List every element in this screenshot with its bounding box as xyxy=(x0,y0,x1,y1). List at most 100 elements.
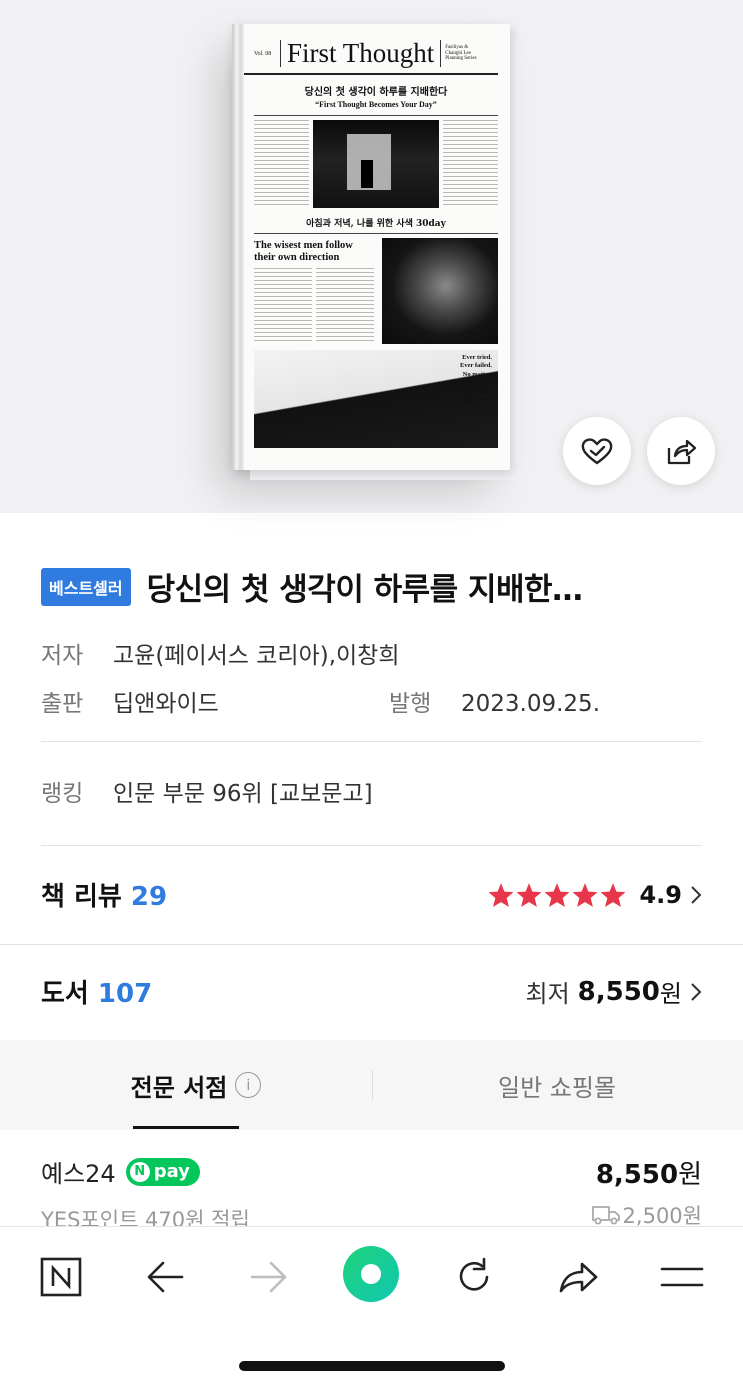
books-summary: 도서 107 xyxy=(41,973,152,1010)
tab-label: 전문 서점 xyxy=(130,1073,228,1102)
review-count: 29 xyxy=(130,882,168,912)
review-label: 책 리뷰 xyxy=(41,882,122,912)
share-arrow-icon xyxy=(559,1262,598,1293)
cover-quote: Ever tried. Ever failed. No matter. Try … xyxy=(460,354,492,405)
cover-text-block xyxy=(443,120,498,208)
tab-separator xyxy=(372,1070,373,1100)
currency-unit: 원 xyxy=(659,980,682,1008)
lowest-price-value: 8,550 xyxy=(577,976,660,1007)
rating-stars xyxy=(487,882,627,908)
cover-quote-line: No matter. xyxy=(462,370,492,378)
info-icon[interactable]: i xyxy=(235,1072,262,1098)
truck-icon xyxy=(591,1206,620,1225)
publisher-row: 출판 딥앤와이드 발행 2023.09.25. xyxy=(41,684,600,718)
cover-quote-line: Fail better. xyxy=(461,396,492,404)
share-button[interactable] xyxy=(647,417,715,485)
back-button[interactable] xyxy=(137,1249,193,1305)
cover-row-1 xyxy=(254,120,498,208)
menu-button[interactable] xyxy=(654,1249,710,1305)
review-summary: 책 리뷰 29 xyxy=(41,876,167,913)
cover-portrait-photo xyxy=(381,238,498,344)
product-hero: Vol. 08 First Thought Fasiliyas & Changh… xyxy=(0,0,743,513)
share-icon xyxy=(667,439,697,465)
cover-title: First Thought xyxy=(280,40,442,67)
author-row: 저자 고윤(페이서스 코리아),이창희 xyxy=(41,636,400,670)
publisher-value[interactable]: 딥앤와이드 xyxy=(113,684,389,718)
lowest-price: 최저 8,550 원 xyxy=(525,974,702,1009)
cover-vol: Vol. 08 xyxy=(254,50,272,57)
cover-text-block xyxy=(254,268,312,344)
bestseller-badge: 베스트셀러 xyxy=(41,567,131,606)
browser-bottom-bar xyxy=(0,1226,743,1385)
cover-hill-photo: Ever tried. Ever failed. No matter. Try … xyxy=(254,350,498,448)
author-label: 저자 xyxy=(41,643,84,669)
npay-n-icon: N xyxy=(129,1161,150,1182)
naver-home-button[interactable] xyxy=(33,1249,89,1305)
ranking-row: 랭킹 인문 부문 96위 [교보문고] xyxy=(41,774,373,808)
review-rating: 4.9 xyxy=(487,881,702,909)
divider xyxy=(41,741,702,742)
currency-unit: 원 xyxy=(678,1160,702,1190)
tab-specialty-stores[interactable]: 전문 서점 i xyxy=(96,1040,296,1130)
books-label: 도서 xyxy=(41,979,89,1009)
forward-button[interactable] xyxy=(241,1249,297,1305)
cover-text-block xyxy=(315,268,374,344)
chevron-right-icon xyxy=(691,982,702,1001)
refresh-button[interactable] xyxy=(446,1249,502,1305)
cover-quote-line: Ever failed. xyxy=(459,362,492,370)
divider xyxy=(0,944,743,945)
book-cover-image[interactable]: Vol. 08 First Thought Fasiliyas & Changh… xyxy=(232,24,510,470)
cover-text-block xyxy=(254,120,309,208)
active-tab-indicator xyxy=(133,1126,239,1129)
published-label: 발행 xyxy=(389,691,432,717)
green-dot-button[interactable] xyxy=(338,1241,404,1307)
star-icon xyxy=(573,882,598,907)
star-icon xyxy=(601,882,626,907)
npay-badge: Npay xyxy=(125,1157,200,1186)
forward-arrow-icon xyxy=(250,1261,287,1293)
tab-general-malls[interactable]: 일반 쇼핑몰 xyxy=(457,1040,657,1130)
star-icon xyxy=(545,882,570,907)
home-indicator xyxy=(239,1361,505,1371)
books-row[interactable]: 도서 107 최저 8,550 원 xyxy=(41,973,702,1010)
publisher-label: 출판 xyxy=(41,691,84,717)
cover-photo-window xyxy=(313,120,439,208)
share-page-button[interactable] xyxy=(550,1249,606,1305)
shop-name: 예스24 xyxy=(41,1160,116,1188)
wishlist-button[interactable] xyxy=(563,417,631,485)
chevron-right-icon xyxy=(691,885,702,904)
cover-mid-heading: 아침과 저녁, 나를 위한 사색 30day xyxy=(254,216,498,234)
books-count: 107 xyxy=(97,979,153,1009)
cover-masthead: Vol. 08 First Thought Fasiliyas & Changh… xyxy=(244,36,498,75)
cover-subtitle-en: “First Thought Becomes Your Day” xyxy=(315,100,437,109)
book-spine xyxy=(232,24,244,470)
green-dot-icon xyxy=(343,1246,399,1302)
ranking-label: 랭킹 xyxy=(41,781,84,807)
author-value[interactable]: 고윤(페이서스 코리아),이창희 xyxy=(113,643,400,669)
divider xyxy=(41,845,702,846)
ranking-value: 인문 부문 96위 [교보문고] xyxy=(113,781,373,807)
heart-check-icon xyxy=(581,438,613,465)
refresh-icon xyxy=(459,1257,489,1291)
tab-label: 일반 쇼핑몰 xyxy=(497,1073,617,1102)
back-arrow-icon xyxy=(147,1261,184,1293)
shop-price-value: 8,550 xyxy=(595,1160,679,1190)
star-icon xyxy=(517,882,542,907)
cover-subtitle-kr: 당신의 첫 생각이 하루를 지배한다 xyxy=(304,87,448,98)
review-row[interactable]: 책 리뷰 29 4.9 xyxy=(41,876,702,913)
cover-row-2: The wisest men follow their own directio… xyxy=(254,238,498,344)
book-title: 당신의 첫 생각이 하루를 지배한… xyxy=(146,572,583,608)
naver-home-icon xyxy=(40,1257,82,1297)
cover-quote-line: Ever tried. xyxy=(462,354,492,361)
cover-quote-line: Try Again. xyxy=(462,379,493,387)
menu-icon xyxy=(660,1267,704,1287)
lowest-label: 최저 xyxy=(525,980,570,1008)
cover-headline: The wisest men follow their own directio… xyxy=(254,240,353,264)
rating-value: 4.9 xyxy=(639,880,682,909)
published-date: 2023.09.25. xyxy=(461,691,600,717)
cover-rule xyxy=(254,115,498,116)
shop-list-item[interactable]: 예스24 Npay 8,550원 YES포인트 470원 적립 2,500원 xyxy=(41,1154,702,1232)
title-row: 베스트셀러 당신의 첫 생각이 하루를 지배한… xyxy=(41,564,701,609)
cover-side-note: Fasiliyas & Changhi Lee Planning Series xyxy=(445,45,477,62)
star-icon xyxy=(489,882,514,907)
